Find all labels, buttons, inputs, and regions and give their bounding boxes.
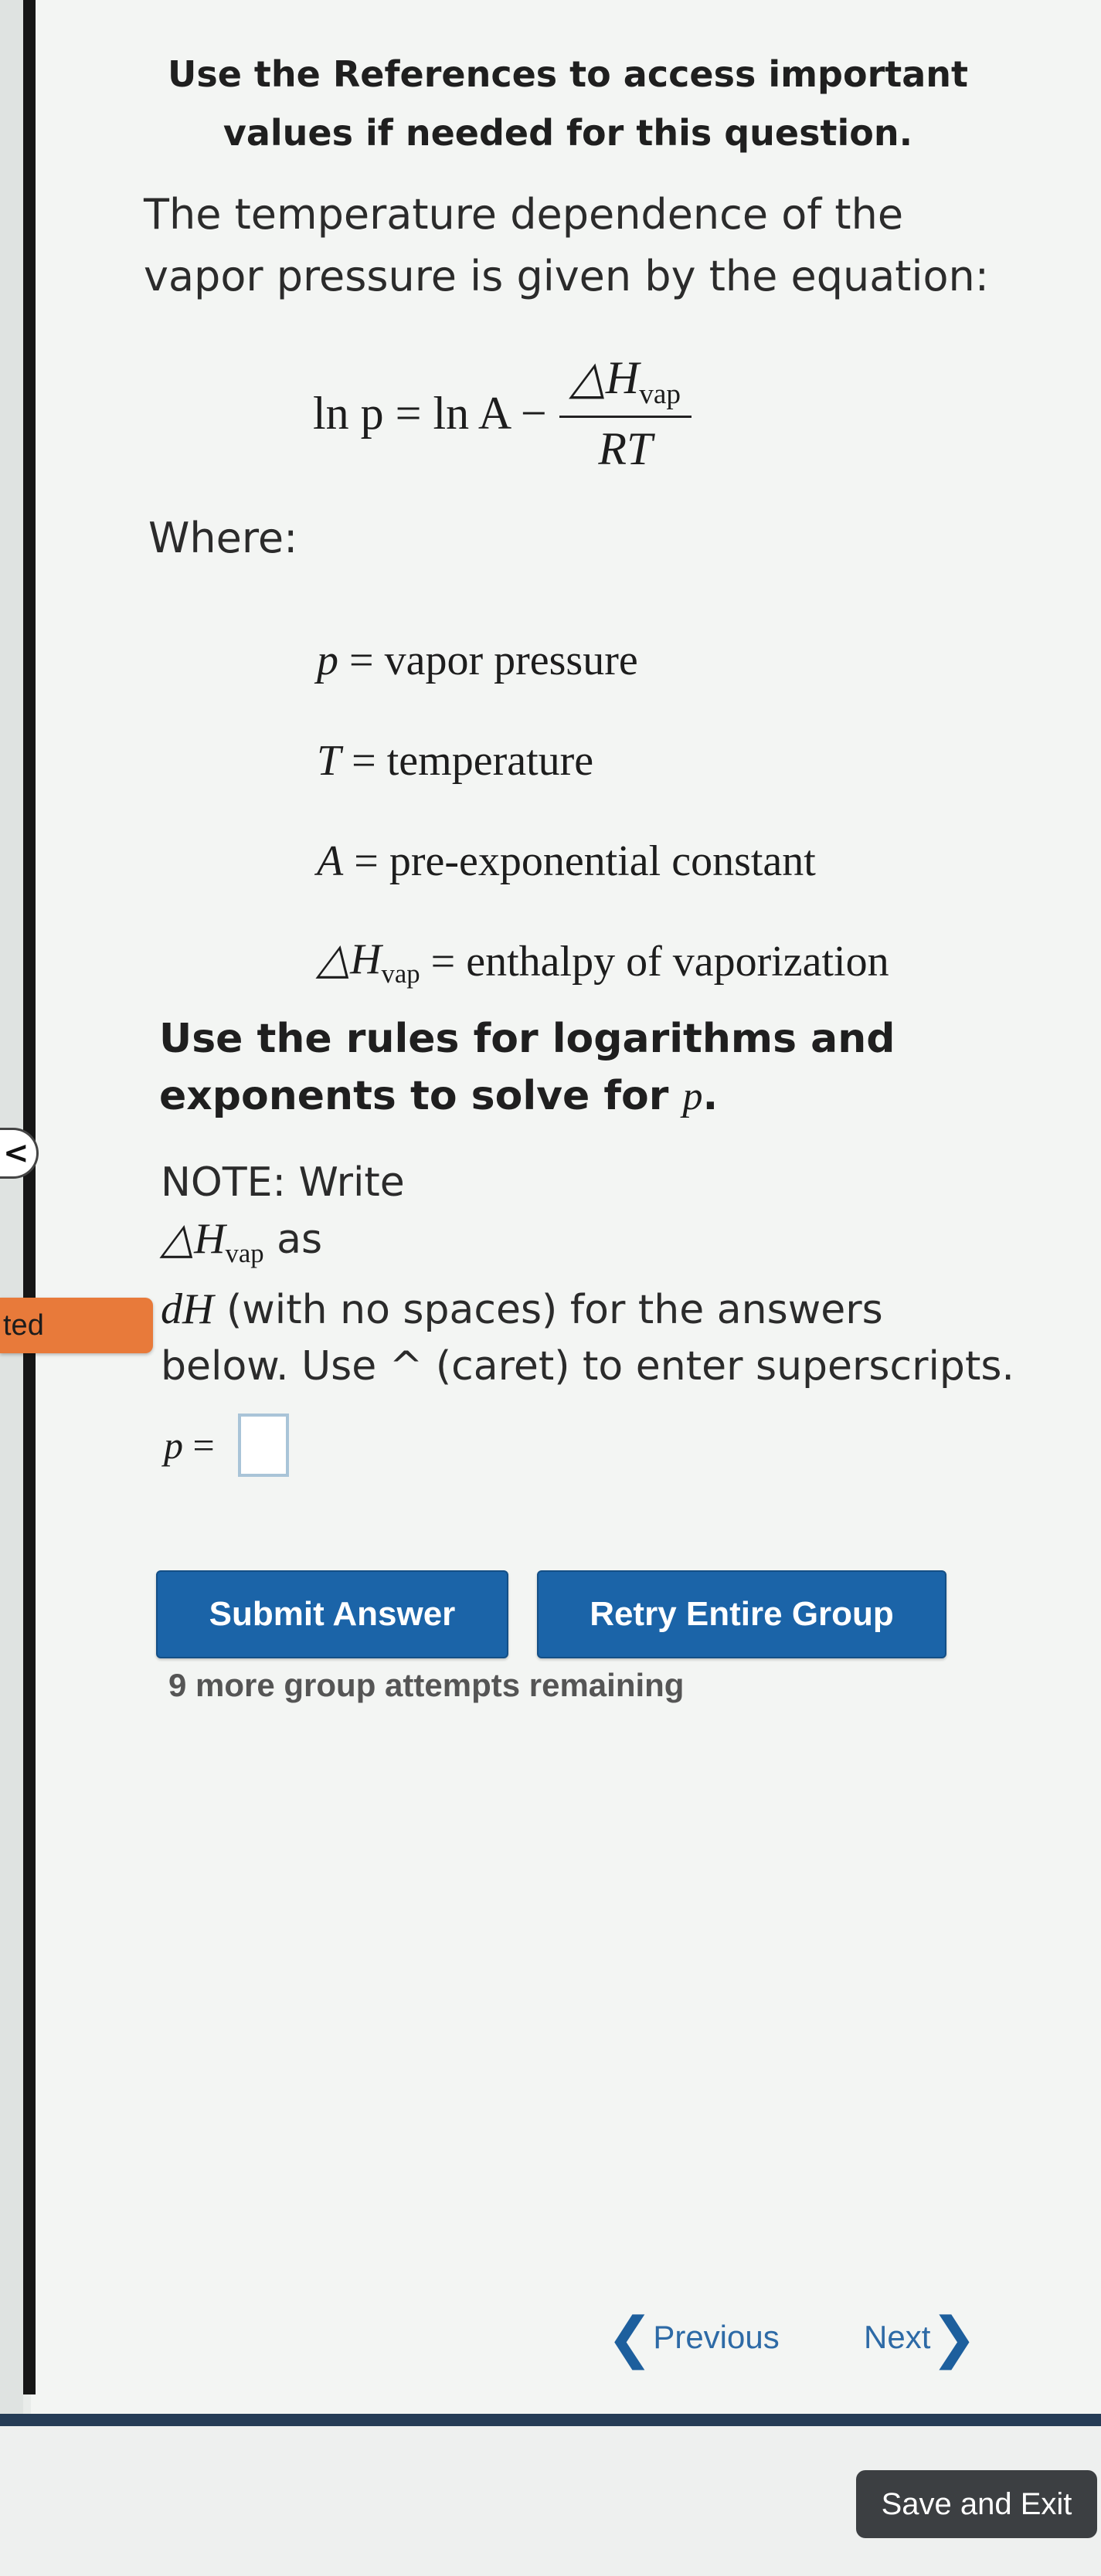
equation-lhs: ln p: [313, 387, 384, 439]
equals-sign: =: [343, 837, 389, 885]
attempts-remaining-text: 9 more group attempts remaining: [168, 1667, 685, 1703]
solve-instruction: Use the rules for logarithms and exponen…: [159, 1010, 1009, 1125]
chevron-left-icon: ❮: [607, 2305, 654, 2370]
previous-label: Previous: [653, 2319, 780, 2355]
definition-symbol: T: [317, 737, 342, 785]
left-divider: [23, 0, 36, 2394]
submit-answer-button[interactable]: Submit Answer: [156, 1570, 508, 1658]
note-line-2: △Hvap as: [161, 1211, 1049, 1281]
note-symbol-subscript: vap: [225, 1238, 264, 1269]
references-note: Use the References to access important v…: [167, 53, 969, 154]
instruction-variable: p: [682, 1074, 703, 1118]
next-label: Next: [864, 2319, 931, 2355]
screen-edge: [0, 0, 23, 2576]
fraction-numerator: △Hvap: [559, 351, 692, 418]
note-line-1: NOTE: Write: [161, 1159, 405, 1206]
answer-equals: =: [183, 1424, 215, 1467]
note-line-3: dH (with no spaces) for the answers: [161, 1281, 1049, 1339]
definition-row: A = pre-exponential constant: [317, 811, 889, 911]
answer-row: p =: [164, 1414, 289, 1477]
save-and-exit-button[interactable]: Save and Exit: [856, 2470, 1097, 2538]
definition-symbol: A: [317, 837, 344, 885]
answer-input[interactable]: [237, 1414, 289, 1477]
side-tab[interactable]: ted: [0, 1298, 153, 1353]
definition-row: △Hvap = enthalpy of vaporization: [317, 911, 889, 1012]
equation-fraction: △Hvap RT: [559, 351, 692, 476]
where-label: Where:: [148, 514, 298, 562]
side-tab-label: ted: [3, 1308, 44, 1342]
definition-meaning: temperature: [386, 737, 594, 785]
next-link[interactable]: Next ❯: [864, 2305, 977, 2370]
note-as-word: as: [263, 1217, 323, 1263]
numerator-subscript: vap: [639, 378, 681, 410]
definition-meaning: enthalpy of vaporization: [466, 938, 889, 986]
instruction-text: Use the rules for logarithms and exponen…: [159, 1016, 895, 1119]
definition-row: p = vapor pressure: [317, 610, 889, 711]
note-line-4: below. Use ^ (caret) to enter superscrip…: [161, 1343, 1014, 1390]
definition-symbol-base: △H: [317, 935, 382, 983]
definition-row: T = temperature: [317, 711, 889, 811]
equals-sign: =: [341, 737, 387, 785]
retry-entire-group-button[interactable]: Retry Entire Group: [537, 1570, 946, 1658]
note-symbol-base: △H: [161, 1215, 226, 1263]
fraction-denominator: RT: [598, 423, 653, 474]
equation-rhs-prefix: ln A −: [433, 387, 547, 439]
definition-meaning: pre-exponential constant: [389, 837, 816, 885]
answer-label: p =: [164, 1423, 215, 1468]
definition-meaning: vapor pressure: [384, 636, 638, 684]
chevron-left-icon: <: [3, 1135, 29, 1171]
entry-note: NOTE: Write △Hvap as dH (with no spaces)…: [161, 1155, 1049, 1395]
definition-symbol-subscript: vap: [381, 959, 420, 989]
footer-divider: [0, 2414, 1101, 2426]
note-dh-symbol: dH: [161, 1285, 214, 1334]
note-symbol: △Hvap: [161, 1215, 264, 1268]
equals-sign: =: [383, 387, 433, 439]
chevron-right-icon: ❯: [930, 2305, 977, 2370]
main-equation: ln p = ln A − △Hvap RT: [313, 351, 692, 475]
numerator-symbol: △H: [569, 352, 640, 403]
question-intro: The temperature dependence of the vapor …: [144, 190, 989, 300]
definitions-list: p = vapor pressure T = temperature A = p…: [317, 610, 889, 1012]
previous-link[interactable]: ❮ Previous: [607, 2305, 780, 2370]
definition-symbol: △Hvap: [317, 934, 420, 989]
definition-symbol: p: [317, 636, 338, 684]
note-line-3-text: (with no spaces) for the answers: [213, 1287, 883, 1334]
instruction-period: .: [702, 1073, 719, 1119]
equals-sign: =: [420, 938, 467, 986]
answer-variable: p: [164, 1424, 183, 1467]
equals-sign: =: [338, 636, 385, 684]
